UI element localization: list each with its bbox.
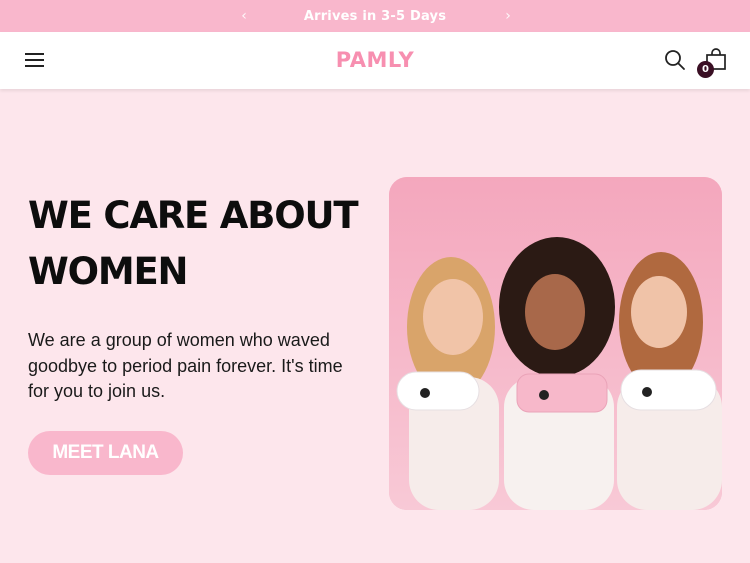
hero-title: WE CARE ABOUT WOMEN <box>28 194 359 293</box>
meet-lana-button[interactable]: MEET LANA <box>28 431 183 475</box>
site-logo[interactable]: PAMLY <box>0 48 750 72</box>
site-header: PAMLY 0 <box>0 32 750 89</box>
cart-count-badge: 0 <box>697 61 714 78</box>
hero-photo <box>389 177 722 510</box>
search-icon[interactable] <box>664 49 686 71</box>
chevron-right-icon[interactable]: › <box>500 6 516 26</box>
announcement-text: Arrives in 3-5 Days <box>303 8 447 24</box>
chevron-left-icon[interactable]: ‹ <box>236 6 252 26</box>
announcement-bar: ‹ Arrives in 3-5 Days › <box>0 0 750 32</box>
hero-description: We are a group of women who waved goodby… <box>28 330 343 401</box>
